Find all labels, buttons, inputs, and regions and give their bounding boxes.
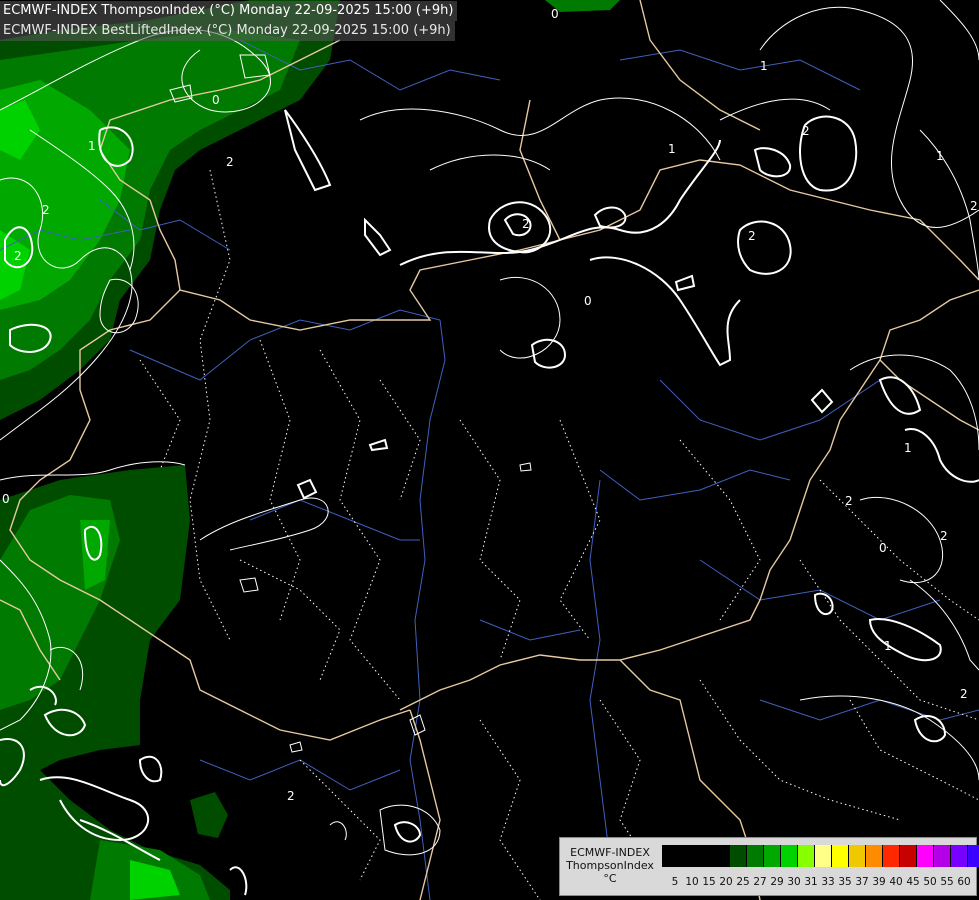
contour-label: 0 <box>879 541 887 555</box>
contour-label: 2 <box>14 249 22 263</box>
legend-swatch <box>900 845 917 867</box>
contour-label: 1 <box>936 149 944 163</box>
legend-tick-label: 40 <box>889 876 903 888</box>
legend-tick-label: 33 <box>821 876 835 888</box>
contour-label: 2 <box>287 789 295 803</box>
legend-tick-label: 20 <box>719 876 733 888</box>
legend-swatch <box>934 845 951 867</box>
contour-label: 0 <box>551 7 559 21</box>
legend-tick-label: 10 <box>685 876 699 888</box>
legend-swatch <box>968 845 979 867</box>
legend-swatch <box>781 845 798 867</box>
contour-label: 2 <box>226 155 234 169</box>
legend-swatch <box>713 845 730 867</box>
color-legend: ECMWF-INDEX ThompsonIndex °C 5 10 15 20 25 27… <box>559 837 979 896</box>
legend-swatch <box>662 845 679 867</box>
contour-label: 1 <box>668 142 676 156</box>
legend-tick-label: 29 <box>770 876 784 888</box>
contour-label: 2 <box>748 229 756 243</box>
contour-label: 1 <box>760 59 768 73</box>
legend-tick-label: 5 <box>671 876 679 888</box>
legend-swatch <box>866 845 883 867</box>
contour-label: 2 <box>970 199 978 213</box>
legend-swatch <box>951 845 968 867</box>
legend-tick-label: 31 <box>804 876 818 888</box>
legend-swatch <box>883 845 900 867</box>
legend-title-unit: °C <box>603 872 617 885</box>
contour-label: 0 <box>584 294 592 308</box>
contour-label: 2 <box>522 217 530 231</box>
contour-label: 1 <box>88 139 96 153</box>
legend-swatch <box>849 845 866 867</box>
contour-label: 2 <box>940 529 948 543</box>
legend-tick-labels: 5 10 15 20 25 27 29 30 31 33 35 37 39 40 45 50 55 60 <box>662 876 974 890</box>
contour-label: 2 <box>802 124 810 138</box>
contour-label: 1 <box>904 441 912 455</box>
legend-swatch <box>798 845 815 867</box>
legend-swatch <box>815 845 832 867</box>
legend-swatch <box>917 845 934 867</box>
contour-label: 0 <box>212 93 220 107</box>
legend-tick-label: 27 <box>753 876 767 888</box>
legend-swatch <box>764 845 781 867</box>
contour-label: 2 <box>42 203 50 217</box>
legend-title-model: ECMWF-INDEX <box>570 846 650 859</box>
contour-label: 0 <box>2 492 10 506</box>
legend-tick-label: 39 <box>872 876 886 888</box>
legend-swatch <box>730 845 747 867</box>
legend-title-index: ThompsonIndex <box>566 859 654 872</box>
contour-label: 2 <box>960 687 968 701</box>
legend-tick-label: 50 <box>923 876 937 888</box>
weather-map: 0 0 2 1 2 2 2 2 1 1 2 0 2 1 1 0 2 2 2 0 … <box>0 0 979 900</box>
legend-tick-label: 35 <box>838 876 852 888</box>
legend-swatch <box>679 845 696 867</box>
legend-tick-label: 55 <box>940 876 954 888</box>
legend-swatch <box>747 845 764 867</box>
legend-tick-label: 15 <box>702 876 716 888</box>
legend-tick-label: 30 <box>787 876 801 888</box>
legend-swatch <box>696 845 713 867</box>
legend-swatch <box>832 845 849 867</box>
legend-title: ECMWF-INDEX ThompsonIndex °C <box>562 846 658 885</box>
title-best-lifted-index: ECMWF-INDEX BestLiftedIndex (°C) Monday … <box>0 21 455 41</box>
legend-tick-label: 25 <box>736 876 750 888</box>
legend-tick-label: 60 <box>957 876 971 888</box>
contour-label: 2 <box>845 494 853 508</box>
legend-tick-label: 37 <box>855 876 869 888</box>
title-thompson-index: ECMWF-INDEX ThompsonIndex (°C) Monday 22… <box>0 1 458 21</box>
legend-tick-label: 45 <box>906 876 920 888</box>
contour-label: 1 <box>884 639 892 653</box>
legend-swatches <box>662 845 979 867</box>
